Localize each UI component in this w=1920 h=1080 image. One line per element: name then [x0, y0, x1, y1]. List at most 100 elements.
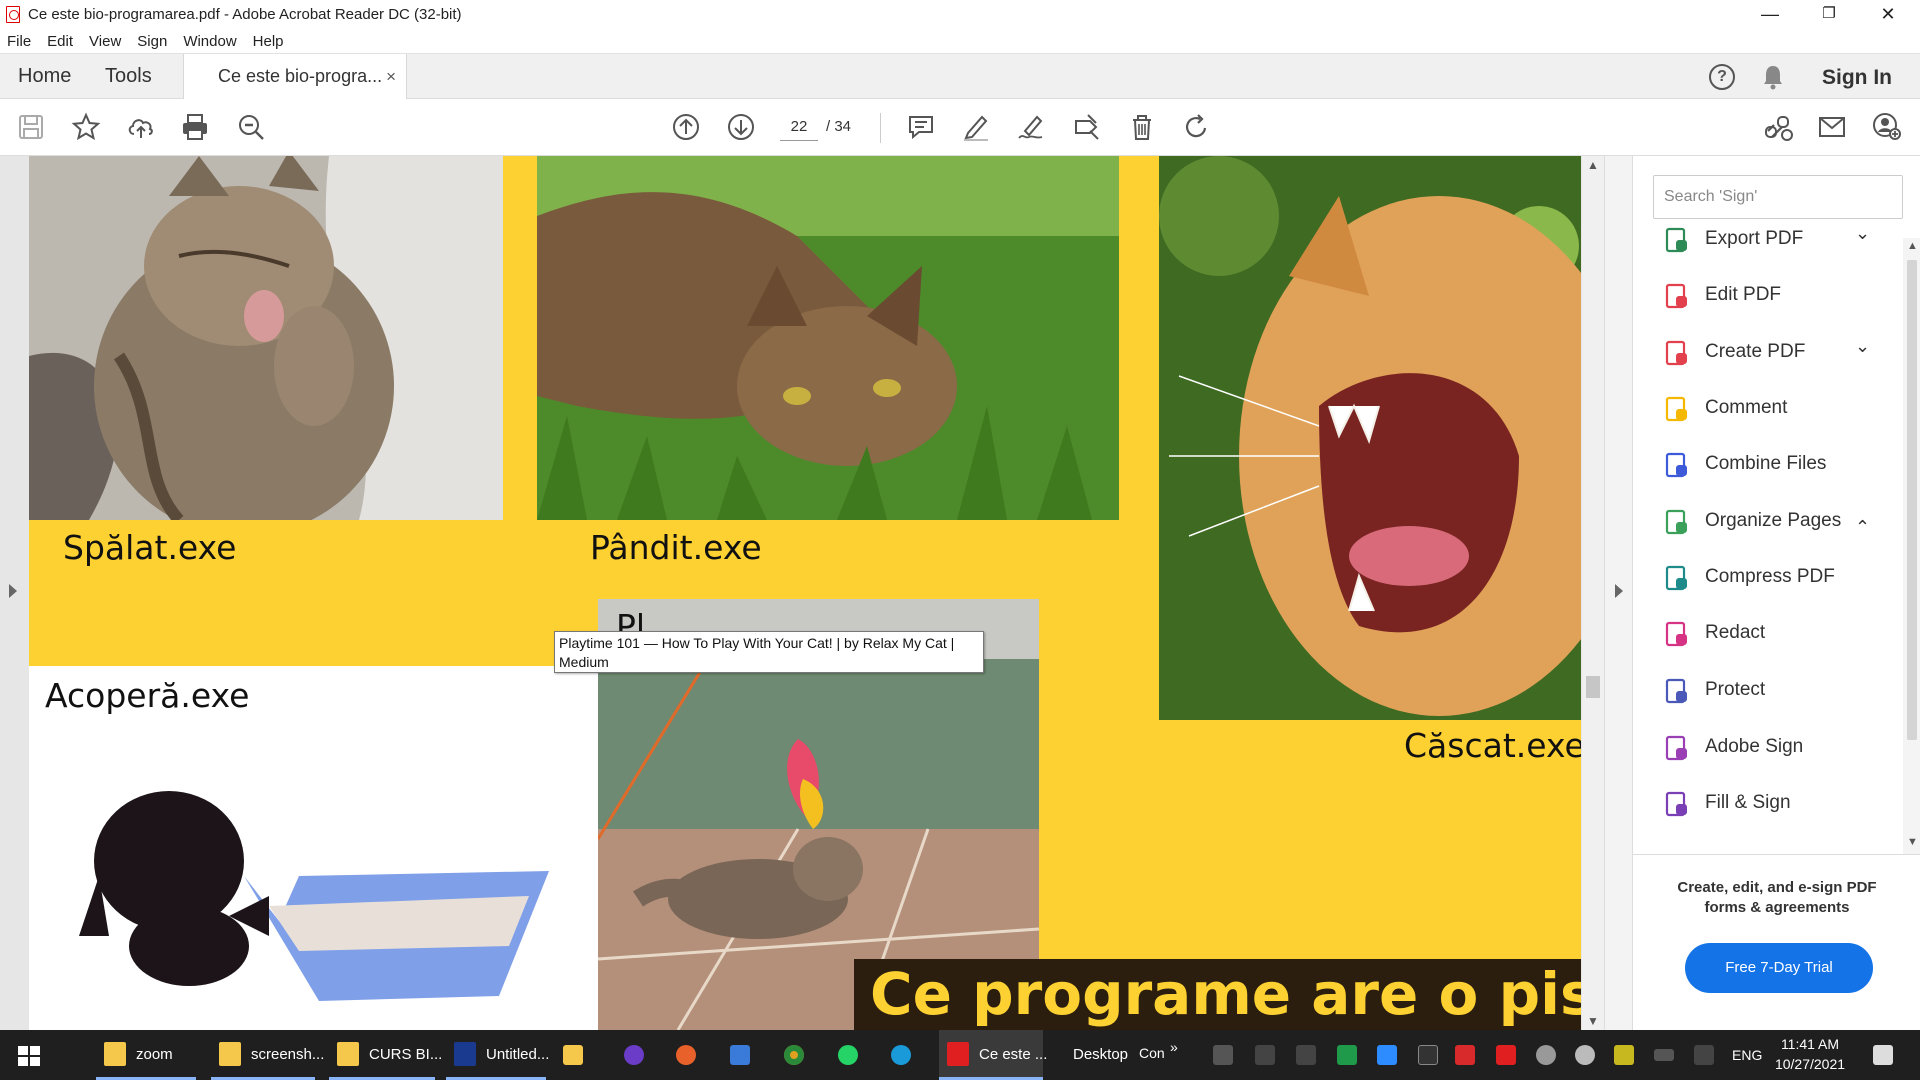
close-window-button[interactable]: ✕ — [1860, 0, 1916, 29]
menu-edit[interactable]: Edit — [47, 33, 73, 50]
taskbar-app-4[interactable]: Ce este ... — [939, 1030, 1047, 1080]
minimize-button[interactable]: — — [1742, 0, 1798, 29]
stamp-icon[interactable] — [1070, 111, 1102, 143]
menu-view[interactable]: View — [89, 33, 121, 50]
help-icon[interactable]: ? — [1709, 64, 1735, 90]
firefox-icon[interactable] — [676, 1045, 696, 1065]
tool-item-protect[interactable]: Protect — [1633, 667, 1901, 713]
folder-icon — [219, 1042, 241, 1066]
tab-document[interactable]: Ce este bio-progra... × — [183, 54, 407, 100]
tool-item-redact[interactable]: Redact — [1633, 610, 1901, 656]
menu-window[interactable]: Window — [183, 33, 236, 50]
windows-start-icon[interactable] — [18, 1046, 40, 1066]
clock[interactable]: 11:41 AM 10/27/2021 — [1770, 1034, 1850, 1074]
podcast-icon[interactable] — [624, 1045, 644, 1065]
tool-item-compress-pdf[interactable]: Compress PDF — [1633, 554, 1901, 600]
print-icon[interactable] — [179, 111, 211, 143]
email-icon[interactable] — [1816, 111, 1848, 143]
bell-icon[interactable] — [1762, 64, 1784, 90]
collapse-right-icon[interactable] — [1615, 584, 1623, 598]
tool-item-label: Edit PDF — [1705, 284, 1782, 305]
edge-icon[interactable] — [891, 1045, 911, 1065]
document-viewer[interactable]: Spălat.exe Pândit.exe Căscat.exe Acoperă… — [0, 156, 1632, 1030]
folder-icon — [337, 1042, 359, 1066]
tray-security-icon[interactable] — [1337, 1045, 1357, 1065]
page-number-input[interactable]: 22 — [780, 113, 818, 141]
upload-cloud-icon[interactable] — [125, 111, 157, 143]
restore-button[interactable]: ❐ — [1801, 0, 1857, 29]
notifications-icon[interactable] — [1873, 1045, 1893, 1065]
zoom-out-icon[interactable] — [235, 111, 267, 143]
tool-item-comment[interactable]: Comment — [1633, 385, 1901, 431]
highlight-pen-icon[interactable] — [960, 111, 992, 143]
tool-item-organize-pages[interactable]: Organize Pages ⌃ — [1633, 498, 1901, 544]
taskbar-more-chevron-icon[interactable]: » — [1170, 1024, 1178, 1070]
taskbar-con-label[interactable]: Con — [1139, 1030, 1165, 1076]
sign-pen-icon[interactable] — [1015, 111, 1047, 143]
delete-icon[interactable] — [1126, 111, 1158, 143]
left-panel-toggle[interactable] — [0, 156, 28, 1030]
close-tab-icon[interactable]: × — [386, 54, 396, 99]
file-explorer-icon[interactable] — [563, 1045, 583, 1065]
tray-camera-icon[interactable] — [1255, 1045, 1275, 1065]
menu-sign[interactable]: Sign — [137, 33, 167, 50]
menu-help[interactable]: Help — [253, 33, 284, 50]
share-link-icon[interactable] — [1762, 111, 1794, 143]
tool-item-export-pdf[interactable]: Export PDF ⌄ — [1633, 216, 1901, 262]
tools-scroll-thumb[interactable] — [1907, 260, 1917, 740]
tab-tools[interactable]: Tools — [105, 54, 152, 99]
tray-usb-icon[interactable] — [1296, 1045, 1316, 1065]
menu-file[interactable]: File — [7, 33, 31, 50]
taskbar-app-0[interactable]: zoom — [96, 1030, 196, 1080]
tool-item-fill-sign[interactable]: Fill & Sign — [1633, 780, 1901, 826]
tools-pane: Search 'Sign' Export PDF ⌄ Edit PDF Create … — [1632, 156, 1920, 1030]
scroll-up-icon[interactable]: ▲ — [1587, 158, 1599, 172]
tool-item-edit-pdf[interactable]: Edit PDF — [1633, 272, 1901, 318]
taskbar-app-3[interactable]: Untitled... — [446, 1030, 549, 1080]
caption-pandit: Pândit.exe — [590, 528, 762, 567]
tray-app-icon[interactable] — [1213, 1045, 1233, 1065]
sign-in-button[interactable]: Sign In — [1822, 54, 1892, 102]
battery-icon[interactable] — [1654, 1049, 1674, 1061]
tray-user-icon[interactable] — [1536, 1045, 1556, 1065]
expand-left-icon[interactable] — [9, 584, 17, 598]
tray-b-icon[interactable] — [1496, 1045, 1516, 1065]
free-trial-button[interactable]: Free 7-Day Trial — [1685, 943, 1873, 993]
rotate-icon[interactable] — [1181, 111, 1213, 143]
tool-item-create-pdf[interactable]: Create PDF ⌄ — [1633, 329, 1901, 375]
language-indicator[interactable]: ENG — [1732, 1030, 1762, 1080]
right-panel-toggle[interactable] — [1604, 156, 1632, 1030]
comment-icon[interactable] — [905, 111, 937, 143]
wifi-icon[interactable] — [1418, 1045, 1438, 1065]
desktop-toolbar-label[interactable]: Desktop — [1073, 1030, 1128, 1080]
document-scrollbar[interactable]: ▲ ▼ — [1582, 156, 1604, 1030]
taskbar-app-1[interactable]: screensh... — [211, 1030, 324, 1080]
scroll-down-icon[interactable]: ▼ — [1587, 1014, 1599, 1028]
previous-page-icon[interactable] — [670, 111, 702, 143]
scroll-thumb[interactable] — [1586, 676, 1600, 698]
promo-text: Create, edit, and e-sign PDF forms & agr… — [1677, 879, 1877, 916]
tools-scroll-down-icon[interactable]: ▼ — [1907, 836, 1918, 848]
onedrive-icon[interactable] — [1575, 1045, 1595, 1065]
tray-zoom-icon[interactable] — [1377, 1045, 1397, 1065]
tray-grid-icon[interactable] — [1614, 1045, 1634, 1065]
volume-muted-icon[interactable] — [1694, 1045, 1714, 1065]
chevron-down-icon[interactable]: ⌄ — [1855, 210, 1870, 256]
save-icon[interactable] — [15, 111, 47, 143]
taskbar-app-2[interactable]: CURS BI... — [329, 1030, 442, 1080]
tools-scroll-up-icon[interactable]: ▲ — [1907, 240, 1918, 252]
chrome-icon[interactable] — [784, 1045, 804, 1065]
tool-item-combine-files[interactable]: Combine Files — [1633, 441, 1901, 487]
next-page-icon[interactable] — [725, 111, 757, 143]
tool-item-adobe-sign[interactable]: Adobe Sign — [1633, 724, 1901, 770]
tools-scrollbar[interactable]: ▲ ▼ — [1903, 238, 1920, 854]
whatsapp-icon[interactable] — [838, 1045, 858, 1065]
chevron-up-icon[interactable]: ⌃ — [1855, 504, 1870, 550]
account-add-icon[interactable] — [1871, 111, 1903, 143]
tab-home[interactable]: Home — [18, 54, 71, 99]
network-tool-icon[interactable] — [730, 1045, 750, 1065]
star-icon[interactable] — [70, 111, 102, 143]
chevron-down-icon[interactable]: ⌄ — [1855, 323, 1870, 369]
clock-date: 10/27/2021 — [1774, 1056, 1846, 1072]
tray-red-app-icon[interactable] — [1455, 1045, 1475, 1065]
